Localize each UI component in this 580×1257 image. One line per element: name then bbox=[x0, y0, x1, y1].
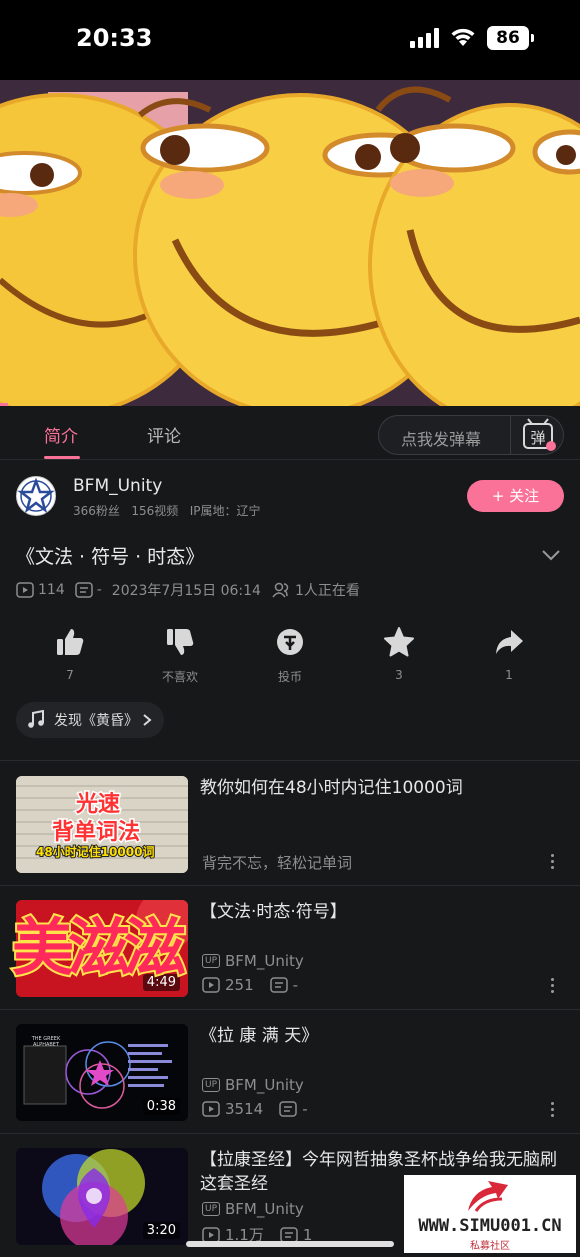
like-button[interactable]: 7 bbox=[30, 622, 110, 682]
more-options-icon[interactable] bbox=[548, 978, 556, 996]
svg-text:弹: 弹 bbox=[530, 429, 545, 447]
video-thumbnail[interactable]: 光速 背单词法 48小时记住10000词 bbox=[16, 776, 188, 873]
related-title: 《拉 康 满 天》 bbox=[200, 1026, 319, 1046]
danmaku-count: - bbox=[96, 582, 102, 598]
danmaku-count-icon bbox=[279, 1101, 297, 1117]
ip-location: IP属地：辽宁 bbox=[189, 504, 261, 518]
uploader-name[interactable]: BFM_Unity bbox=[73, 476, 162, 496]
related-title: 【文法·时态·符号】 bbox=[200, 902, 347, 922]
video-duration: 3:20 bbox=[142, 1222, 180, 1239]
up-badge-icon: UP bbox=[202, 1078, 221, 1092]
action-row: 7 不喜欢 投币 3 1 bbox=[0, 622, 580, 692]
video-thumbnail[interactable]: 3:20 bbox=[16, 1148, 188, 1245]
publish-date: 2023年7月15日 06:14 bbox=[111, 583, 261, 599]
favorite-button[interactable]: 3 bbox=[359, 622, 439, 682]
thumb-up-icon bbox=[57, 629, 84, 655]
author-name: BFM_Unity bbox=[225, 1200, 304, 1218]
cellular-signal-icon bbox=[410, 28, 442, 48]
list-item[interactable]: THE GREEK ALPHABET 0:38 《拉 康 满 天》 UP BFM_… bbox=[0, 1010, 580, 1134]
play-count: 114 bbox=[38, 582, 65, 598]
danmaku-count: - bbox=[302, 1100, 308, 1118]
clock: 20:33 bbox=[76, 24, 153, 52]
related-author: UP BFM_Unity bbox=[202, 1200, 304, 1218]
thumbnail-text-2: 背单词法 bbox=[50, 819, 141, 847]
thumbnail-label: THE GREEK ALPHABET bbox=[31, 1036, 61, 1048]
video-count: 156视频 bbox=[131, 504, 179, 518]
uploader-meta: 366粉丝 156视频 IP属地：辽宁 bbox=[73, 502, 261, 519]
share-count: 1 bbox=[505, 668, 513, 682]
sticker-overlay: 美滋滋 bbox=[10, 897, 238, 986]
video-player[interactable] bbox=[0, 80, 580, 406]
wifi-icon bbox=[451, 28, 475, 46]
status-bar: 20:33 86 bbox=[0, 0, 580, 80]
star-icon bbox=[384, 627, 414, 657]
follow-button[interactable]: + 关注 bbox=[467, 480, 564, 512]
play-count: 3514 bbox=[225, 1100, 264, 1118]
video-meta: 114 - 2023年7月15日 06:14 1人正在看 bbox=[16, 580, 360, 600]
tab-bar: 简介 评论 点我发弹幕 弹 bbox=[0, 406, 580, 460]
thumbnail-text-3: 48小时记住10000词 bbox=[35, 844, 155, 860]
share-button[interactable]: 1 bbox=[469, 622, 549, 682]
favorite-count: 3 bbox=[395, 668, 403, 682]
watermark-logo-icon bbox=[468, 1181, 508, 1212]
chevron-right-icon bbox=[143, 714, 152, 726]
dislike-label: 不喜欢 bbox=[161, 670, 198, 684]
list-item[interactable]: 光速 背单词法 48小时记住10000词 教你如何在48小时内记住10000词 … bbox=[0, 762, 580, 886]
related-author: UP BFM_Unity bbox=[202, 1076, 304, 1094]
viewers-icon bbox=[272, 582, 289, 598]
uploader-row: BFM_Unity 366粉丝 156视频 IP属地：辽宁 + 关注 bbox=[0, 470, 580, 526]
coin-icon bbox=[277, 629, 303, 655]
fans-count: 366粉丝 bbox=[73, 504, 120, 518]
play-count-icon bbox=[16, 582, 34, 598]
music-chip-label: 发现《黄昏》 bbox=[54, 713, 138, 729]
danmaku-placeholder: 点我发弹幕 bbox=[401, 430, 482, 449]
danmaku-count-icon bbox=[269, 977, 288, 993]
video-title: 《文法 · 符号 · 时态》 bbox=[16, 546, 205, 568]
music-chip[interactable]: 发现《黄昏》 bbox=[16, 702, 164, 738]
more-options-icon[interactable] bbox=[548, 854, 556, 872]
danmaku-toggle-icon[interactable]: 弹 bbox=[510, 416, 564, 454]
tab-comments[interactable]: 评论 bbox=[147, 422, 181, 447]
chevron-down-icon[interactable] bbox=[540, 548, 562, 562]
home-indicator[interactable] bbox=[186, 1241, 394, 1247]
dislike-button[interactable]: 不喜欢 bbox=[140, 622, 220, 685]
battery-indicator: 86 bbox=[487, 26, 534, 50]
share-icon bbox=[496, 630, 523, 654]
watermark-site: WWW.SIMU001.CN bbox=[418, 1216, 562, 1236]
thumb-down-icon bbox=[167, 629, 194, 655]
sticker-text: 美滋滋 bbox=[10, 909, 188, 986]
active-tab-indicator bbox=[44, 456, 80, 459]
more-options-icon[interactable] bbox=[548, 1102, 556, 1120]
related-subtitle: 背完不忘，轻松记单词 bbox=[202, 854, 353, 872]
video-duration: 0:38 bbox=[142, 1098, 180, 1115]
watermark-label: 私募社区 bbox=[470, 1241, 510, 1252]
related-title: 教你如何在48小时内记住10000词 bbox=[200, 778, 463, 798]
related-stats: 3514 - bbox=[202, 1100, 308, 1118]
video-frame-emoji-faces bbox=[0, 80, 580, 406]
avatar[interactable] bbox=[16, 476, 56, 516]
watching-count: 1人正在看 bbox=[294, 583, 360, 599]
watermark: WWW.SIMU001.CN 私募社区 bbox=[404, 1175, 576, 1253]
music-note-icon bbox=[28, 710, 44, 728]
coin-label: 投币 bbox=[277, 670, 302, 684]
coin-button[interactable]: 投币 bbox=[250, 622, 330, 685]
play-count-icon bbox=[202, 1101, 220, 1117]
danmaku-count-icon bbox=[74, 582, 93, 598]
up-badge-icon: UP bbox=[202, 1202, 221, 1216]
author-name: BFM_Unity bbox=[225, 1076, 304, 1094]
video-thumbnail[interactable]: THE GREEK ALPHABET 0:38 bbox=[16, 1024, 188, 1121]
danmaku-count: - bbox=[292, 976, 299, 994]
divider bbox=[0, 760, 580, 761]
like-count: 7 bbox=[66, 668, 74, 682]
danmaku-input[interactable]: 点我发弹幕 弹 bbox=[378, 415, 564, 455]
tab-intro[interactable]: 简介 bbox=[44, 422, 78, 447]
